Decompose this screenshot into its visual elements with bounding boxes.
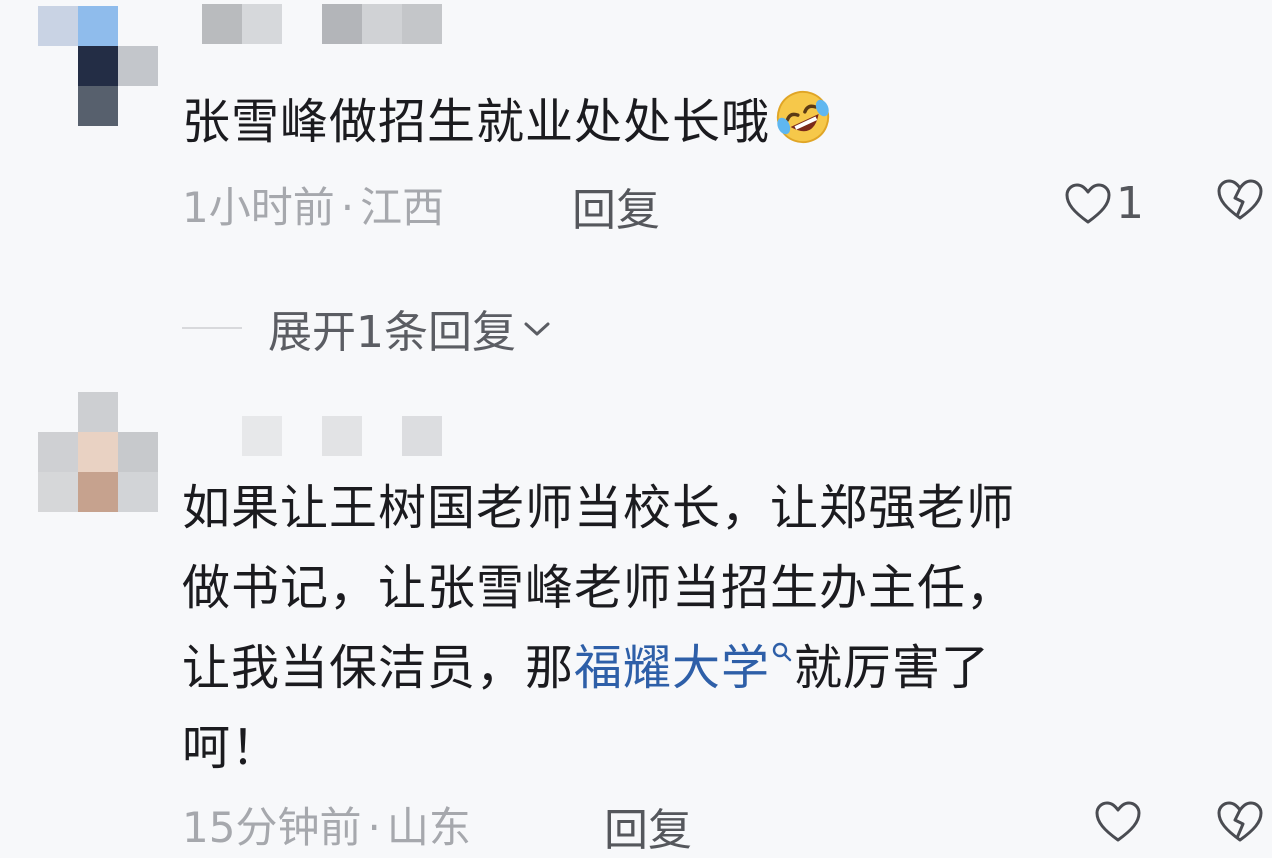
rolling-on-floor-laughing-emoji: [776, 90, 830, 144]
comment-location: 江西: [360, 183, 445, 232]
heart-icon: [1095, 801, 1141, 842]
comment-meta: 1小时前 · 江西: [182, 174, 444, 235]
separator-dot: ·: [367, 803, 381, 852]
reply-button[interactable]: 回复: [604, 794, 692, 858]
mosaic-pixel: [322, 4, 362, 44]
expand-replies-label: 展开1条回复: [268, 307, 516, 358]
username[interactable]: [202, 4, 442, 44]
search-link[interactable]: 福耀大学: [574, 640, 770, 696]
mosaic-pixel: [38, 432, 78, 472]
comment-location: 山东: [386, 803, 471, 852]
mosaic-pixel: [118, 472, 158, 512]
mosaic-pixel: [78, 392, 118, 432]
search-icon[interactable]: [772, 642, 792, 662]
dislike-button[interactable]: [1216, 800, 1264, 848]
separator-dot: ·: [340, 183, 355, 232]
mosaic-pixel: [118, 46, 158, 86]
like-count: 1: [1116, 178, 1144, 229]
comment-text-line: 如果让王树国老师当校长，让郑强老师: [182, 480, 1016, 536]
mosaic-pixel: [38, 472, 78, 512]
like-button[interactable]: [1094, 800, 1142, 844]
mosaic-pixel: [322, 416, 362, 456]
mosaic-pixel: [118, 6, 158, 46]
mosaic-pixel: [78, 432, 118, 472]
like-button[interactable]: 1: [1064, 178, 1144, 229]
mosaic-pixel: [282, 4, 322, 44]
comment-text-content: 张雪峰做招生就业处处长哦: [182, 94, 771, 150]
chevron-down-icon: [524, 322, 550, 336]
comment-text-line: 让我当保洁员，那福耀大学 就厉害了: [182, 628, 1015, 708]
mosaic-pixel: [402, 4, 442, 44]
mosaic-pixel: [242, 416, 282, 456]
mosaic-pixel: [202, 4, 242, 44]
avatar[interactable]: [38, 6, 158, 126]
mosaic-pixel: [78, 46, 118, 86]
expand-replies-button[interactable]: 展开1条回复: [182, 296, 552, 360]
mosaic-pixel: [38, 86, 78, 126]
username[interactable]: [242, 416, 442, 456]
comment-time: 1小时前: [182, 183, 335, 232]
mosaic-pixel: [242, 4, 282, 44]
mosaic-pixel: [362, 416, 402, 456]
reply-button[interactable]: 回复: [572, 174, 660, 238]
avatar[interactable]: [38, 392, 158, 512]
broken-heart-icon: [1217, 801, 1263, 842]
mosaic-pixel: [118, 432, 158, 472]
comment-item: 张雪峰做招生就业处处长哦 1小时前 · 江西 回复 1 展开1条回复: [0, 0, 1272, 380]
comment-text-segment: 让我当保洁员，那: [182, 640, 575, 696]
dislike-button[interactable]: [1216, 178, 1264, 226]
broken-heart-icon: [1217, 179, 1263, 220]
comment-text-segment: 就厉害了: [794, 640, 991, 696]
comment-text-line: 呵！: [182, 720, 281, 776]
mosaic-pixel: [38, 392, 78, 432]
heart-icon: [1065, 183, 1111, 223]
mosaic-pixel: [402, 416, 442, 456]
mosaic-pixel: [118, 392, 158, 432]
comment-text: 如果让王树国老师当校长，让郑强老师 做书记，让张雪峰老师当招生办主任， 让我当保…: [182, 468, 1015, 788]
mosaic-pixel: [78, 6, 118, 46]
mosaic-pixel: [78, 472, 118, 512]
mosaic-pixel: [78, 86, 118, 126]
mosaic-pixel: [118, 86, 158, 126]
comment-item: 如果让王树国老师当校长，让郑强老师 做书记，让张雪峰老师当招生办主任， 让我当保…: [0, 380, 1272, 856]
comment-time: 15分钟前: [182, 803, 362, 852]
divider: [182, 327, 242, 329]
mosaic-pixel: [282, 416, 322, 456]
mosaic-pixel: [362, 4, 402, 44]
comment-text-line: 做书记，让张雪峰老师当招生办主任，: [182, 560, 1016, 616]
mosaic-pixel: [38, 46, 78, 86]
comment-text: 张雪峰做招生就业处处长哦: [182, 82, 832, 162]
mosaic-pixel: [38, 6, 78, 46]
